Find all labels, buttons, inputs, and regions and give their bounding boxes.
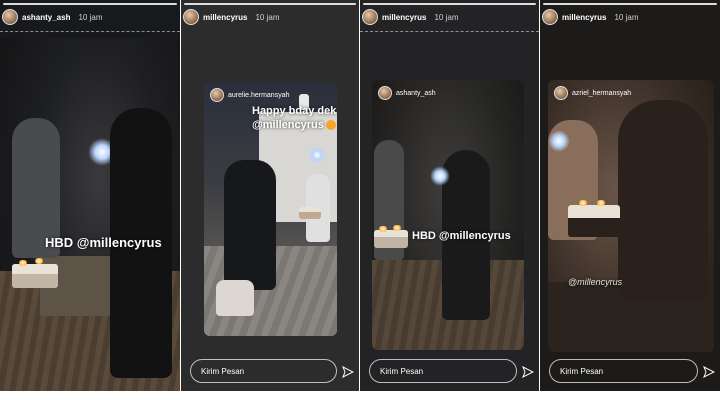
story-panel-1[interactable]: ashanty_ash 10 jam HBD @millencyrus xyxy=(0,0,180,391)
timestamp: 10 jam xyxy=(614,12,639,22)
reshared-story[interactable]: ashanty_ash HBD @millencyrus xyxy=(372,80,524,350)
reshared-story[interactable]: aurelie.hermansyah Happy bday dek @mille… xyxy=(204,82,337,336)
timestamp: 10 jam xyxy=(434,12,459,22)
mention-link[interactable]: @millencyrus xyxy=(252,119,324,131)
story-caption: HBD @millencyrus xyxy=(412,230,511,242)
candle-flame-icon xyxy=(18,260,28,266)
avatar[interactable] xyxy=(542,9,558,25)
message-placeholder: Kirim Pesan xyxy=(201,366,245,376)
story-progress-bar xyxy=(184,3,356,5)
avatar[interactable] xyxy=(210,88,224,102)
message-input[interactable]: Kirim Pesan xyxy=(369,359,517,383)
caption-line: Happy bday dek xyxy=(252,105,337,117)
story-caption: Happy bday dek @millencyrus xyxy=(252,104,336,132)
avatar[interactable] xyxy=(183,9,199,25)
reshared-header[interactable]: aurelie.hermansyah xyxy=(210,88,289,102)
smiley-emoji-icon xyxy=(325,120,336,131)
birthday-cake xyxy=(299,207,321,219)
reshared-header[interactable]: ashanty_ash xyxy=(378,86,436,100)
story-panel-4[interactable]: millencyrus 10 jam azriel_hermansyah @mi… xyxy=(540,0,720,391)
message-input[interactable]: Kirim Pesan xyxy=(549,359,698,383)
story-header[interactable]: millencyrus 10 jam xyxy=(542,8,638,26)
phone-light xyxy=(548,130,570,152)
mention-link[interactable]: @millencyrus xyxy=(568,277,622,287)
message-placeholder: Kirim Pesan xyxy=(380,366,424,376)
story-panel-3[interactable]: millencyrus 10 jam ashanty_ash HBD @mill… xyxy=(360,0,539,391)
story-panel-2[interactable]: millencyrus 10 jam aurelie.hermansyah Ha… xyxy=(181,0,359,391)
avatar[interactable] xyxy=(554,86,568,100)
username[interactable]: azriel_hermansyah xyxy=(572,90,631,97)
message-input[interactable]: Kirim Pesan xyxy=(190,359,337,383)
username[interactable]: ashanty_ash xyxy=(396,90,436,97)
username[interactable]: millencyrus xyxy=(562,13,606,22)
story-progress-bar xyxy=(543,3,717,5)
send-icon[interactable] xyxy=(703,366,715,378)
send-icon[interactable] xyxy=(522,366,534,378)
divider xyxy=(0,31,180,32)
avatar[interactable] xyxy=(2,9,18,25)
phone-light xyxy=(430,166,450,186)
story-caption: HBD @millencyrus xyxy=(45,235,162,250)
avatar[interactable] xyxy=(378,86,392,100)
candle-flame-icon xyxy=(392,225,402,231)
username[interactable]: millencyrus xyxy=(203,13,247,22)
message-placeholder: Kirim Pesan xyxy=(560,366,604,376)
username[interactable]: ashanty_ash xyxy=(22,13,70,22)
birthday-cake xyxy=(12,264,58,288)
timestamp: 10 jam xyxy=(78,12,103,22)
avatar[interactable] xyxy=(362,9,378,25)
candle-flame-icon xyxy=(596,200,606,206)
birthday-cake xyxy=(568,205,620,237)
reshared-header[interactable]: azriel_hermansyah xyxy=(554,86,631,100)
story-header[interactable]: millencyrus 10 jam xyxy=(362,8,458,26)
divider xyxy=(360,31,539,32)
person-silhouette xyxy=(224,160,276,290)
story-header[interactable]: millencyrus 10 jam xyxy=(183,8,279,26)
gift-bag xyxy=(216,280,254,316)
phone-light xyxy=(308,146,326,164)
story-photo xyxy=(0,38,180,391)
username[interactable]: millencyrus xyxy=(382,13,426,22)
candle-flame-icon xyxy=(578,200,588,206)
person-silhouette xyxy=(618,100,708,300)
candle-flame-icon xyxy=(378,226,388,232)
story-progress-bar xyxy=(363,3,536,5)
story-progress-bar xyxy=(3,3,177,5)
birthday-cake xyxy=(374,230,408,248)
send-icon[interactable] xyxy=(342,366,354,378)
timestamp: 10 jam xyxy=(255,12,280,22)
candle-flame-icon xyxy=(34,258,44,264)
story-header[interactable]: ashanty_ash 10 jam xyxy=(2,8,102,26)
username[interactable]: aurelie.hermansyah xyxy=(228,92,289,99)
reshared-story[interactable]: azriel_hermansyah @millencyrus xyxy=(548,80,714,352)
